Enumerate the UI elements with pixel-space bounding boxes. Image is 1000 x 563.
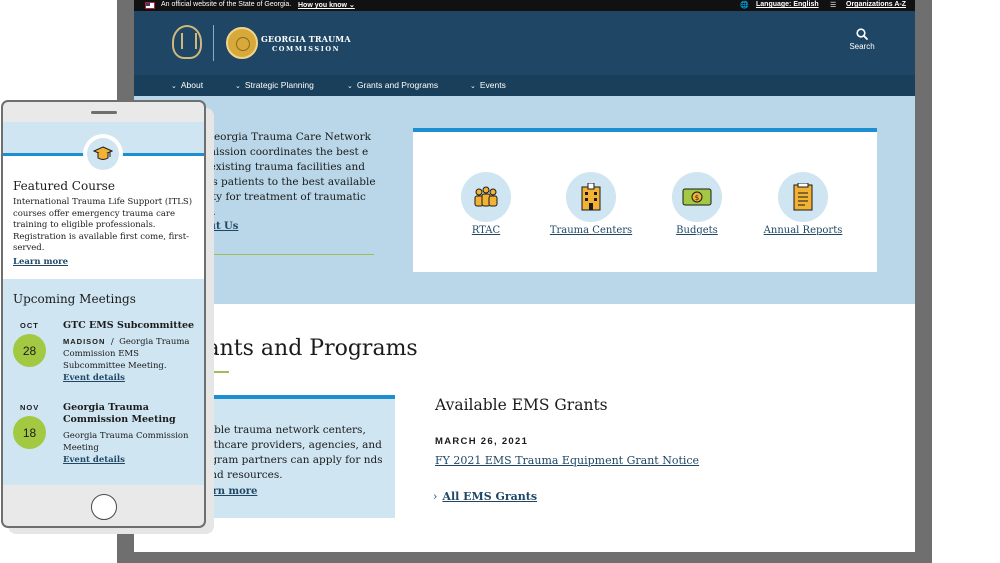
meeting-description: MADISON / Georgia Trauma Commission EMS … bbox=[63, 337, 190, 371]
language-link[interactable]: Language: English bbox=[756, 1, 819, 8]
hospital-building-icon bbox=[566, 172, 616, 222]
us-flag-icon bbox=[145, 2, 155, 9]
event-details-link[interactable]: Event details bbox=[63, 373, 125, 383]
upcoming-meetings: Upcoming Meetings OCT 28 GTC EMS Subcomm… bbox=[3, 279, 204, 485]
report-document-icon bbox=[778, 172, 828, 222]
hero-divider bbox=[194, 254, 374, 255]
state-seal-icon[interactable] bbox=[172, 25, 202, 59]
official-text: An official website of the State of Geor… bbox=[161, 1, 292, 8]
meeting-day-badge: 18 bbox=[13, 416, 46, 449]
nav-item-about[interactable]: ⌄ About bbox=[171, 80, 203, 90]
quick-link-budgets[interactable]: $ Budgets bbox=[652, 172, 742, 236]
phone-screen: Featured Course International Trauma Lif… bbox=[3, 122, 204, 485]
quick-link-annual-reports[interactable]: Annual Reports bbox=[758, 172, 848, 236]
ems-grant-notice-link[interactable]: FY 2021 EMS Trauma Equipment Grant Notic… bbox=[435, 454, 699, 467]
featured-course-icon-wrap bbox=[83, 134, 123, 174]
section-title: rants and Programs bbox=[196, 336, 418, 361]
chevron-right-icon: › bbox=[433, 490, 438, 503]
search-button[interactable]: Search bbox=[842, 28, 882, 51]
how-you-know-link[interactable]: How you know ⌄ bbox=[298, 1, 355, 9]
meeting-day-badge: 28 bbox=[13, 334, 46, 367]
search-icon bbox=[856, 28, 868, 40]
globe-icon: 🌐 bbox=[740, 2, 749, 9]
nav-item-strategic-planning[interactable]: ⌄ Strategic Planning bbox=[235, 80, 314, 90]
people-group-icon bbox=[461, 172, 511, 222]
ems-grant-date: MARCH 26, 2021 bbox=[435, 436, 529, 447]
list-icon: ☰ bbox=[830, 2, 837, 9]
chevron-down-icon: ⌄ bbox=[470, 83, 476, 90]
chevron-down-icon: ⌄ bbox=[348, 2, 355, 9]
quick-link-label: Annual Reports bbox=[763, 225, 843, 236]
organizations-link[interactable]: Organizations A-Z bbox=[846, 1, 906, 8]
phone-home-button[interactable] bbox=[91, 494, 117, 520]
phone-frame: Featured Course International Trauma Lif… bbox=[1, 100, 206, 528]
quick-links-card: RTAC Trauma Centers $ Budgets Annual Rep… bbox=[413, 128, 877, 272]
nav-item-grants-programs[interactable]: ⌄ Grants and Programs bbox=[347, 80, 438, 90]
quick-link-label: Budgets bbox=[676, 225, 718, 236]
all-ems-grants-link[interactable]: › All EMS Grants bbox=[433, 490, 537, 503]
money-bill-icon: $ bbox=[672, 172, 722, 222]
event-details-link[interactable]: Event details bbox=[63, 455, 125, 465]
phone-speaker bbox=[91, 111, 117, 114]
quick-link-trauma-centers[interactable]: Trauma Centers bbox=[546, 172, 636, 236]
desktop-screen: An official website of the State of Geor… bbox=[134, 0, 915, 552]
logo-divider bbox=[213, 25, 214, 61]
featured-course-text: International Trauma Life Support (ITLS)… bbox=[13, 197, 193, 253]
hero-section: e Georgia Trauma Care Network mmission c… bbox=[134, 96, 915, 304]
chevron-down-icon: ⌄ bbox=[347, 83, 353, 90]
grants-card-text: gible trauma network centers, althcare p… bbox=[204, 424, 383, 481]
quick-link-rtac[interactable]: RTAC bbox=[441, 172, 531, 236]
gov-banner: An official website of the State of Geor… bbox=[134, 0, 915, 11]
brand-name: GEORGIA TRAUMA bbox=[261, 34, 351, 44]
meeting-name: Georgia Trauma Commission Meeting bbox=[63, 402, 176, 425]
nav-item-events[interactable]: ⌄ Events bbox=[470, 80, 506, 90]
quick-link-label: Trauma Centers bbox=[549, 225, 633, 236]
meeting-description: Georgia Trauma Commission Meeting bbox=[63, 431, 189, 453]
site-header: GEORGIA TRAUMA COMMISSION Search bbox=[134, 11, 915, 75]
meetings-title: Upcoming Meetings bbox=[13, 292, 136, 306]
svg-text:$: $ bbox=[695, 194, 699, 202]
grants-card: gible trauma network centers, althcare p… bbox=[184, 395, 395, 518]
chevron-down-icon: ⌄ bbox=[171, 83, 177, 90]
search-label: Search bbox=[849, 42, 875, 51]
commission-seal-icon[interactable] bbox=[226, 27, 258, 59]
hero-text: e Georgia Trauma Care Network mmission c… bbox=[196, 131, 376, 218]
featured-course-title: Featured Course bbox=[13, 179, 115, 193]
brand-subtitle: COMMISSION bbox=[272, 45, 341, 53]
site-brand[interactable]: GEORGIA TRAUMA COMMISSION bbox=[261, 34, 351, 53]
meeting-month: OCT bbox=[20, 321, 39, 330]
featured-course-learn-more[interactable]: Learn more bbox=[13, 257, 68, 267]
meeting-month: NOV bbox=[20, 403, 40, 412]
main-nav: ⌄ About ⌄ Strategic Planning ⌄ Grants and P… bbox=[134, 75, 915, 96]
quick-link-label: RTAC bbox=[471, 225, 501, 236]
meeting-name: GTC EMS Subcommittee bbox=[63, 320, 195, 331]
chevron-down-icon: ⌄ bbox=[235, 83, 241, 90]
graduation-cap-icon bbox=[87, 138, 119, 170]
ems-grants-title: Available EMS Grants bbox=[435, 396, 608, 414]
